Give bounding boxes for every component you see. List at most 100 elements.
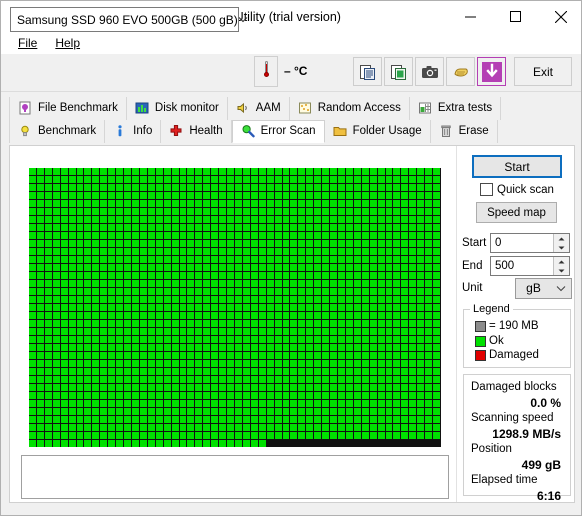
scan-block xyxy=(298,336,307,344)
scan-block xyxy=(76,432,85,440)
scan-block xyxy=(171,400,180,408)
scan-block xyxy=(52,232,61,240)
scan-block xyxy=(298,200,307,208)
tab-random-access[interactable]: Random Access xyxy=(289,97,410,120)
scan-block xyxy=(242,280,251,288)
end-spin-down[interactable] xyxy=(554,266,569,275)
scan-block xyxy=(361,424,370,432)
scan-block xyxy=(401,352,410,360)
scan-block xyxy=(274,256,283,264)
scan-block xyxy=(401,368,410,376)
start-spin-up[interactable] xyxy=(554,234,569,243)
scan-block xyxy=(100,416,109,424)
scan-block xyxy=(282,288,291,296)
scan-block xyxy=(124,280,132,288)
tab-benchmark[interactable]: Benchmark xyxy=(9,120,106,143)
scan-block xyxy=(369,336,378,344)
scan-block xyxy=(84,440,93,447)
scan-block xyxy=(401,224,410,232)
tab-aam[interactable]: AAM xyxy=(227,97,290,120)
scan-block xyxy=(203,296,212,304)
scan-block xyxy=(235,248,243,256)
unit-select[interactable]: gB xyxy=(515,277,572,299)
tab-health[interactable]: Health xyxy=(161,120,232,143)
drive-select[interactable]: Samsung SSD 960 EVO 500GB (500 gB) xyxy=(10,7,248,32)
copy-sheet-button[interactable] xyxy=(384,57,413,86)
end-stepper[interactable]: 500 xyxy=(490,256,570,276)
scan-block xyxy=(139,208,148,216)
scan-block xyxy=(219,256,228,264)
options-button[interactable] xyxy=(446,57,475,86)
scan-block xyxy=(44,392,53,400)
scan-block xyxy=(417,200,426,208)
tab-erase[interactable]: Erase xyxy=(430,120,498,143)
tab-disk-monitor[interactable]: Disk monitor xyxy=(126,97,228,120)
download-button[interactable] xyxy=(477,57,506,86)
start-spin-down[interactable] xyxy=(554,243,569,252)
scan-block xyxy=(84,232,93,240)
speed-map-button[interactable]: Speed map xyxy=(476,202,557,223)
scan-block xyxy=(274,376,283,384)
start-input[interactable]: 0 xyxy=(491,237,553,249)
screenshot-button[interactable] xyxy=(415,57,444,86)
scan-block xyxy=(393,272,402,280)
end-spin-up[interactable] xyxy=(554,257,569,266)
start-spin-buttons[interactable] xyxy=(553,234,569,252)
scan-block xyxy=(132,232,140,240)
minimize-button[interactable] xyxy=(448,1,493,32)
scan-block xyxy=(314,256,323,264)
scan-block xyxy=(132,256,140,264)
maximize-button[interactable] xyxy=(493,1,538,32)
scan-block xyxy=(29,232,37,240)
scan-block xyxy=(393,184,402,192)
start-button[interactable]: Start xyxy=(472,155,562,178)
scan-block xyxy=(203,256,212,264)
scan-block xyxy=(274,168,283,176)
scan-block xyxy=(227,240,235,248)
scan-block xyxy=(76,408,85,416)
scan-block xyxy=(100,424,109,432)
end-input[interactable]: 500 xyxy=(491,260,553,272)
menu-item-file[interactable]: File xyxy=(9,34,46,52)
close-button[interactable] xyxy=(538,1,581,32)
scan-block xyxy=(345,320,354,328)
tab-info[interactable]: Info xyxy=(105,120,162,143)
scan-block xyxy=(322,344,331,352)
tab-error-scan[interactable]: Error Scan xyxy=(231,120,325,143)
scan-block xyxy=(306,400,315,408)
scan-block xyxy=(179,312,188,320)
scan-grid[interactable] xyxy=(29,168,441,447)
tab-folder-usage[interactable]: Folder Usage xyxy=(324,120,431,143)
scan-block xyxy=(369,216,378,224)
tab-extra-tests[interactable]: Extra tests xyxy=(409,97,502,120)
scan-block xyxy=(353,368,362,376)
scan-block xyxy=(124,184,132,192)
scan-block xyxy=(235,256,243,264)
scan-block xyxy=(36,352,45,360)
scan-block xyxy=(353,312,362,320)
scan-block xyxy=(322,352,331,360)
start-stepper[interactable]: 0 xyxy=(490,233,570,253)
end-spin-buttons[interactable] xyxy=(553,257,569,275)
scan-block xyxy=(290,400,299,408)
scan-block xyxy=(179,440,188,447)
menu-item-help[interactable]: Help xyxy=(46,34,89,52)
scan-block xyxy=(76,376,85,384)
scan-block xyxy=(108,328,117,336)
scan-block xyxy=(203,264,212,272)
scan-block xyxy=(179,304,188,312)
scan-block xyxy=(235,280,243,288)
scan-block xyxy=(250,344,259,352)
exit-button[interactable]: Exit xyxy=(514,57,572,86)
scan-block xyxy=(250,184,259,192)
scan-block xyxy=(425,368,434,376)
copy-text-button[interactable] xyxy=(353,57,382,86)
scan-block xyxy=(409,328,418,336)
scan-block xyxy=(139,400,148,408)
scan-block xyxy=(266,296,275,304)
log-textbox[interactable] xyxy=(21,455,449,499)
scan-block xyxy=(60,192,69,200)
quick-scan-checkbox[interactable]: Quick scan xyxy=(480,183,554,196)
scan-block xyxy=(393,376,402,384)
tab-file-benchmark[interactable]: File Benchmark xyxy=(9,97,127,120)
